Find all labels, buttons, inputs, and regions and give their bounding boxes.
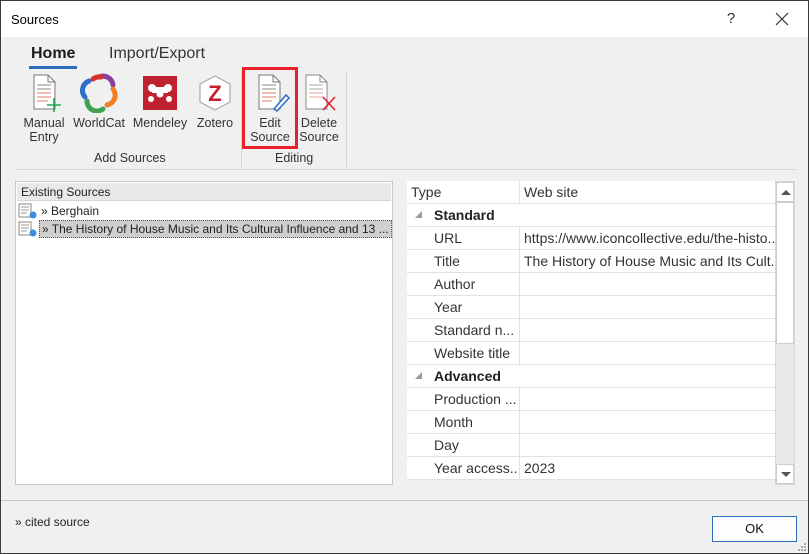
property-row-year[interactable]: Year bbox=[407, 296, 775, 319]
source-item-label: » The History of House Music and Its Cul… bbox=[39, 220, 392, 238]
property-name: Production ... bbox=[434, 391, 517, 407]
property-value[interactable] bbox=[519, 273, 775, 295]
title-bar: Sources ? bbox=[1, 1, 808, 37]
group-label-add-sources: Add Sources bbox=[94, 151, 166, 165]
resize-grip-icon[interactable] bbox=[797, 542, 807, 552]
property-row-day[interactable]: Day bbox=[407, 434, 775, 457]
property-value[interactable] bbox=[519, 342, 775, 364]
scrollbar-thumb[interactable] bbox=[776, 202, 794, 344]
property-name: Year bbox=[434, 299, 463, 315]
property-name: Standard n... bbox=[434, 322, 515, 338]
delete-source-label-2: Source bbox=[299, 130, 339, 144]
property-row-production-company[interactable]: Production ... bbox=[407, 388, 775, 411]
ok-button[interactable]: OK bbox=[712, 516, 797, 542]
category-name: Standard bbox=[434, 207, 495, 223]
close-button[interactable] bbox=[767, 5, 797, 33]
property-value[interactable]: 2023 bbox=[519, 457, 775, 479]
property-name: Title bbox=[434, 253, 460, 269]
worldcat-button[interactable]: WorldCat bbox=[71, 73, 127, 130]
collapse-triangle-icon[interactable] bbox=[415, 211, 422, 218]
property-value[interactable] bbox=[519, 411, 775, 433]
zotero-button[interactable]: Z Zotero bbox=[193, 73, 237, 130]
footer-divider bbox=[1, 500, 808, 501]
source-properties-grid: Type Web site Standard URL https://www.i… bbox=[407, 181, 797, 485]
category-advanced[interactable]: Advanced bbox=[407, 365, 775, 388]
property-row-year-accessed[interactable]: Year access... 2023 bbox=[407, 457, 775, 480]
worldcat-icon bbox=[79, 73, 119, 114]
manual-entry-label-2: Entry bbox=[29, 130, 59, 144]
property-name: Website title bbox=[434, 345, 510, 361]
property-value[interactable]: The History of House Music and Its Cult.… bbox=[519, 250, 775, 272]
zotero-icon: Z bbox=[195, 73, 235, 113]
property-row-title[interactable]: Title The History of House Music and Its… bbox=[407, 250, 775, 273]
dialog-title: Sources bbox=[11, 12, 59, 27]
manual-entry-icon bbox=[24, 73, 64, 113]
property-name: Day bbox=[434, 437, 459, 453]
property-value[interactable]: https://www.iconcollective.edu/the-histo… bbox=[519, 227, 775, 249]
edit-source-highlight bbox=[242, 67, 298, 149]
property-value[interactable] bbox=[519, 434, 775, 456]
group-label-editing: Editing bbox=[275, 151, 314, 165]
property-row-website-title[interactable]: Website title bbox=[407, 342, 775, 365]
collapse-triangle-icon[interactable] bbox=[415, 372, 422, 379]
delete-source-icon bbox=[299, 73, 339, 113]
svg-text:Z: Z bbox=[208, 81, 221, 106]
property-row-standard-number[interactable]: Standard n... bbox=[407, 319, 775, 342]
property-row-month[interactable]: Month bbox=[407, 411, 775, 434]
manual-entry-button[interactable]: Manual Entry bbox=[21, 73, 67, 144]
help-button[interactable]: ? bbox=[719, 5, 743, 33]
property-value[interactable] bbox=[519, 319, 775, 341]
scroll-up-arrow-icon[interactable] bbox=[776, 182, 794, 202]
source-item[interactable]: » Berghain bbox=[18, 202, 101, 220]
property-name: Type bbox=[411, 184, 442, 200]
property-row-author[interactable]: Author bbox=[407, 273, 775, 296]
property-name: Year access... bbox=[434, 460, 518, 476]
category-standard[interactable]: Standard bbox=[407, 204, 775, 227]
property-value[interactable] bbox=[519, 296, 775, 318]
property-name: URL bbox=[434, 230, 463, 246]
sources-dialog: Sources ? Home Import/Export Manual Entr… bbox=[0, 0, 809, 554]
property-value[interactable]: Web site bbox=[519, 181, 775, 203]
property-name: Author bbox=[434, 276, 476, 292]
active-tab-indicator bbox=[29, 66, 77, 69]
mendeley-label: Mendeley bbox=[132, 116, 188, 130]
source-item-selected[interactable]: » The History of House Music and Its Cul… bbox=[18, 220, 392, 238]
group-separator bbox=[346, 71, 347, 167]
property-row-url[interactable]: URL https://www.iconcollective.edu/the-h… bbox=[407, 227, 775, 250]
property-row-type[interactable]: Type Web site bbox=[407, 181, 775, 204]
delete-source-button[interactable]: Delete Source bbox=[297, 73, 341, 144]
source-item-label: » Berghain bbox=[41, 204, 100, 218]
tab-import-export[interactable]: Import/Export bbox=[109, 45, 205, 63]
mendeley-icon bbox=[140, 73, 180, 113]
cited-source-legend: » cited source bbox=[15, 515, 90, 529]
zotero-label: Zotero bbox=[196, 116, 234, 130]
mendeley-button[interactable]: Mendeley bbox=[131, 73, 189, 130]
manual-entry-label-1: Manual bbox=[23, 116, 65, 130]
property-name: Month bbox=[434, 414, 473, 430]
ribbon-divider bbox=[15, 169, 797, 170]
web-source-icon bbox=[18, 203, 38, 219]
category-name: Advanced bbox=[434, 368, 501, 384]
delete-source-label-1: Delete bbox=[300, 116, 338, 130]
existing-sources-list[interactable]: Existing Sources » Berghain » The Histor… bbox=[15, 181, 393, 485]
scroll-down-arrow-icon[interactable] bbox=[776, 464, 794, 484]
property-value[interactable] bbox=[519, 388, 775, 410]
web-source-icon bbox=[18, 221, 38, 237]
tab-home[interactable]: Home bbox=[31, 45, 75, 63]
close-icon bbox=[775, 12, 789, 26]
existing-sources-header: Existing Sources bbox=[17, 183, 391, 201]
worldcat-label: WorldCat bbox=[73, 116, 125, 130]
properties-scrollbar[interactable] bbox=[775, 181, 795, 485]
